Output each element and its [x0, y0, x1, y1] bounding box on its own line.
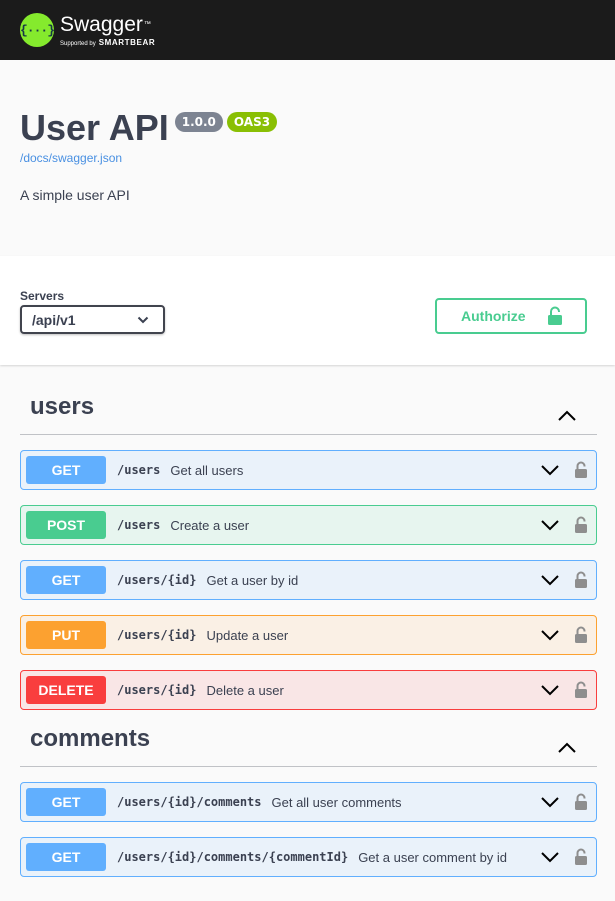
spec-url-link[interactable]: /docs/swagger.json: [20, 151, 595, 165]
operation-path: /users: [117, 463, 161, 477]
operation-path: /users: [117, 518, 161, 532]
operation-summary: Get a user by id: [206, 572, 299, 588]
tag-header-comments[interactable]: comments: [20, 710, 597, 767]
lock-icon[interactable]: [574, 626, 588, 644]
api-title: User API: [20, 107, 169, 148]
operation-summary: Update a user: [206, 627, 289, 643]
operation-summary: Get all user comments: [271, 794, 402, 810]
operation-get-user-by-id[interactable]: GET /users/{id} Get a user by id: [20, 560, 597, 600]
authorize-button[interactable]: Authorize: [435, 298, 587, 334]
chevron-up-icon[interactable]: [557, 410, 577, 422]
operation-summary: Get all users: [170, 462, 244, 478]
logo-title: Swagger: [60, 12, 143, 36]
lock-icon[interactable]: [574, 516, 588, 534]
operation-path: /users/{id}: [117, 683, 197, 697]
operation-summary: Delete a user: [206, 682, 284, 698]
chevron-down-icon[interactable]: [540, 464, 560, 476]
chevron-down-icon[interactable]: [540, 574, 560, 586]
operation-path: /users/{id}/comments/{commentId}: [117, 850, 349, 864]
logo-trademark: ™: [143, 20, 151, 28]
operation-get-user-comment-by-id[interactable]: GET /users/{id}/comments/{commentId} Get…: [20, 837, 597, 877]
oas-badge: OAS3: [226, 112, 278, 132]
tag-header-users[interactable]: users: [20, 365, 597, 435]
servers-select[interactable]: /api/v1: [20, 305, 165, 334]
method-badge: GET: [26, 566, 106, 594]
swagger-logo-icon[interactable]: {···}: [20, 13, 55, 47]
operation-put-user[interactable]: PUT /users/{id} Update a user: [20, 615, 597, 655]
lock-icon[interactable]: [574, 571, 588, 589]
lock-icon[interactable]: [574, 848, 588, 866]
method-badge: GET: [26, 456, 106, 484]
method-badge: DELETE: [26, 676, 106, 704]
method-badge: GET: [26, 843, 106, 871]
operation-path: /users/{id}: [117, 573, 197, 587]
api-info: User API 1.0.0 OAS3 /docs/swagger.json A…: [0, 60, 615, 256]
operation-summary: Create a user: [170, 517, 250, 533]
tag-name: users: [30, 393, 95, 420]
authorize-label: Authorize: [461, 308, 526, 324]
chevron-down-icon[interactable]: [540, 851, 560, 863]
chevron-down-icon[interactable]: [540, 519, 560, 531]
tag-section-users: users GET /users Get all users POST /use…: [20, 365, 597, 710]
operation-path: /users/{id}: [117, 628, 197, 642]
logo-supported-by: Supported by: [60, 40, 96, 47]
servers-selected-value: /api/v1: [32, 311, 76, 328]
lock-icon[interactable]: [574, 793, 588, 811]
tag-name: comments: [30, 725, 151, 752]
chevron-down-icon[interactable]: [540, 684, 560, 696]
chevron-up-icon[interactable]: [557, 742, 577, 754]
swagger-logo-text[interactable]: Swagger™ Supported by SMARTBEAR: [60, 12, 156, 47]
chevron-down-icon[interactable]: [540, 796, 560, 808]
lock-icon[interactable]: [574, 681, 588, 699]
topbar: {···} Swagger™ Supported by SMARTBEAR: [0, 0, 615, 60]
logo-brand: SMARTBEAR: [98, 37, 156, 47]
operation-path: /users/{id}/comments: [117, 795, 262, 809]
operation-summary: Get a user comment by id: [358, 849, 508, 865]
operation-delete-user[interactable]: DELETE /users/{id} Delete a user: [20, 670, 597, 710]
operation-get-user-comments[interactable]: GET /users/{id}/comments Get all user co…: [20, 782, 597, 822]
lock-icon[interactable]: [574, 461, 588, 479]
operation-get-users[interactable]: GET /users Get all users: [20, 450, 597, 490]
method-badge: PUT: [26, 621, 106, 649]
chevron-down-icon: [137, 316, 149, 323]
method-badge: POST: [26, 511, 106, 539]
operations-list: users GET /users Get all users POST /use…: [0, 365, 615, 877]
chevron-down-icon[interactable]: [540, 629, 560, 641]
version-badge: 1.0.0: [174, 112, 223, 132]
method-badge: GET: [26, 788, 106, 816]
operation-post-users[interactable]: POST /users Create a user: [20, 505, 597, 545]
unlock-icon: [548, 306, 562, 325]
tag-section-comments: comments GET /users/{id}/comments Get al…: [20, 710, 597, 877]
servers-label: Servers: [20, 289, 65, 303]
api-description: A simple user API: [20, 187, 130, 203]
scheme-container: Servers /api/v1 Authorize: [0, 256, 615, 365]
